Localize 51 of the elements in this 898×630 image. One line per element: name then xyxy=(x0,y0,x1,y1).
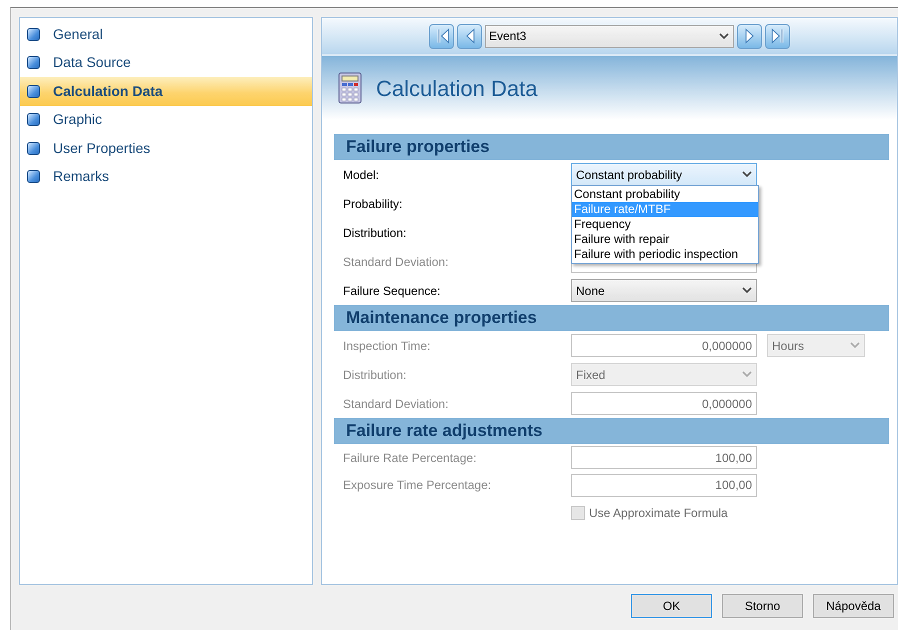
dropdown-option[interactable]: Failure with periodic inspection xyxy=(572,247,758,262)
sidebar-item[interactable]: Data Source xyxy=(20,48,312,77)
input-field: 100,00 xyxy=(571,446,757,470)
chevron-down-icon xyxy=(850,342,860,349)
chevron-down-icon xyxy=(719,32,729,40)
chevron-down-icon xyxy=(742,371,752,378)
field-label: Exposure Time Percentage: xyxy=(342,477,492,494)
sidebar-item[interactable]: User Properties xyxy=(20,134,312,162)
field-label: Distribution: xyxy=(342,224,408,242)
field-label: Probability: xyxy=(342,196,404,212)
dropdown-option[interactable]: Failure with repair xyxy=(572,232,758,247)
sidebar-item[interactable]: Calculation Data xyxy=(20,77,312,106)
dialog-button[interactable]: Nápověda xyxy=(813,594,894,618)
bullet-icon xyxy=(27,142,40,155)
calculator-icon xyxy=(338,72,362,104)
field-label: Model: xyxy=(342,166,380,184)
input-field: 0,000000 xyxy=(571,392,757,415)
next-button[interactable] xyxy=(737,24,762,48)
checkbox: Use Approximate Formula xyxy=(571,504,728,522)
page-title: Calculation Data xyxy=(376,74,538,102)
sidebar-item[interactable]: Remarks xyxy=(20,162,312,191)
field-label: Standard Deviation: xyxy=(342,396,450,412)
dialog-button[interactable]: OK xyxy=(631,594,712,618)
field-label: Standard Deviation: xyxy=(342,254,450,270)
chevron-down-icon xyxy=(742,287,752,294)
bullet-icon xyxy=(27,84,40,98)
dropdown[interactable]: Constant probability xyxy=(571,163,757,186)
first-button[interactable] xyxy=(429,24,454,48)
input-field: 0,000000 xyxy=(571,334,757,357)
sidebar-item[interactable]: Graphic xyxy=(20,106,312,134)
bullet-icon xyxy=(27,56,40,70)
dialog-button[interactable]: Storno xyxy=(722,594,803,618)
chevron-down-icon xyxy=(742,171,752,178)
dropdown-option[interactable]: Constant probability xyxy=(572,187,758,202)
field-label: Failure Sequence: xyxy=(342,282,442,300)
section-header: Maintenance properties xyxy=(334,305,889,331)
field-label: Inspection Time: xyxy=(342,338,432,354)
bullet-icon xyxy=(27,113,40,126)
record-select[interactable]: Event3 xyxy=(485,24,734,48)
sidebar-item[interactable]: General xyxy=(20,20,312,48)
bullet-icon xyxy=(27,170,40,184)
prev-button[interactable] xyxy=(457,24,482,48)
section-header: Failure properties xyxy=(334,134,889,160)
field-label: Failure Rate Percentage: xyxy=(342,450,478,467)
bullet-icon xyxy=(27,28,40,41)
input-field: 100,00 xyxy=(571,474,757,497)
dropdown[interactable]: None xyxy=(571,279,757,302)
dropdown-option[interactable]: Frequency xyxy=(572,217,758,232)
section-header: Failure rate adjustments xyxy=(334,418,889,444)
field-label: Distribution: xyxy=(342,366,408,384)
last-button[interactable] xyxy=(765,24,790,48)
